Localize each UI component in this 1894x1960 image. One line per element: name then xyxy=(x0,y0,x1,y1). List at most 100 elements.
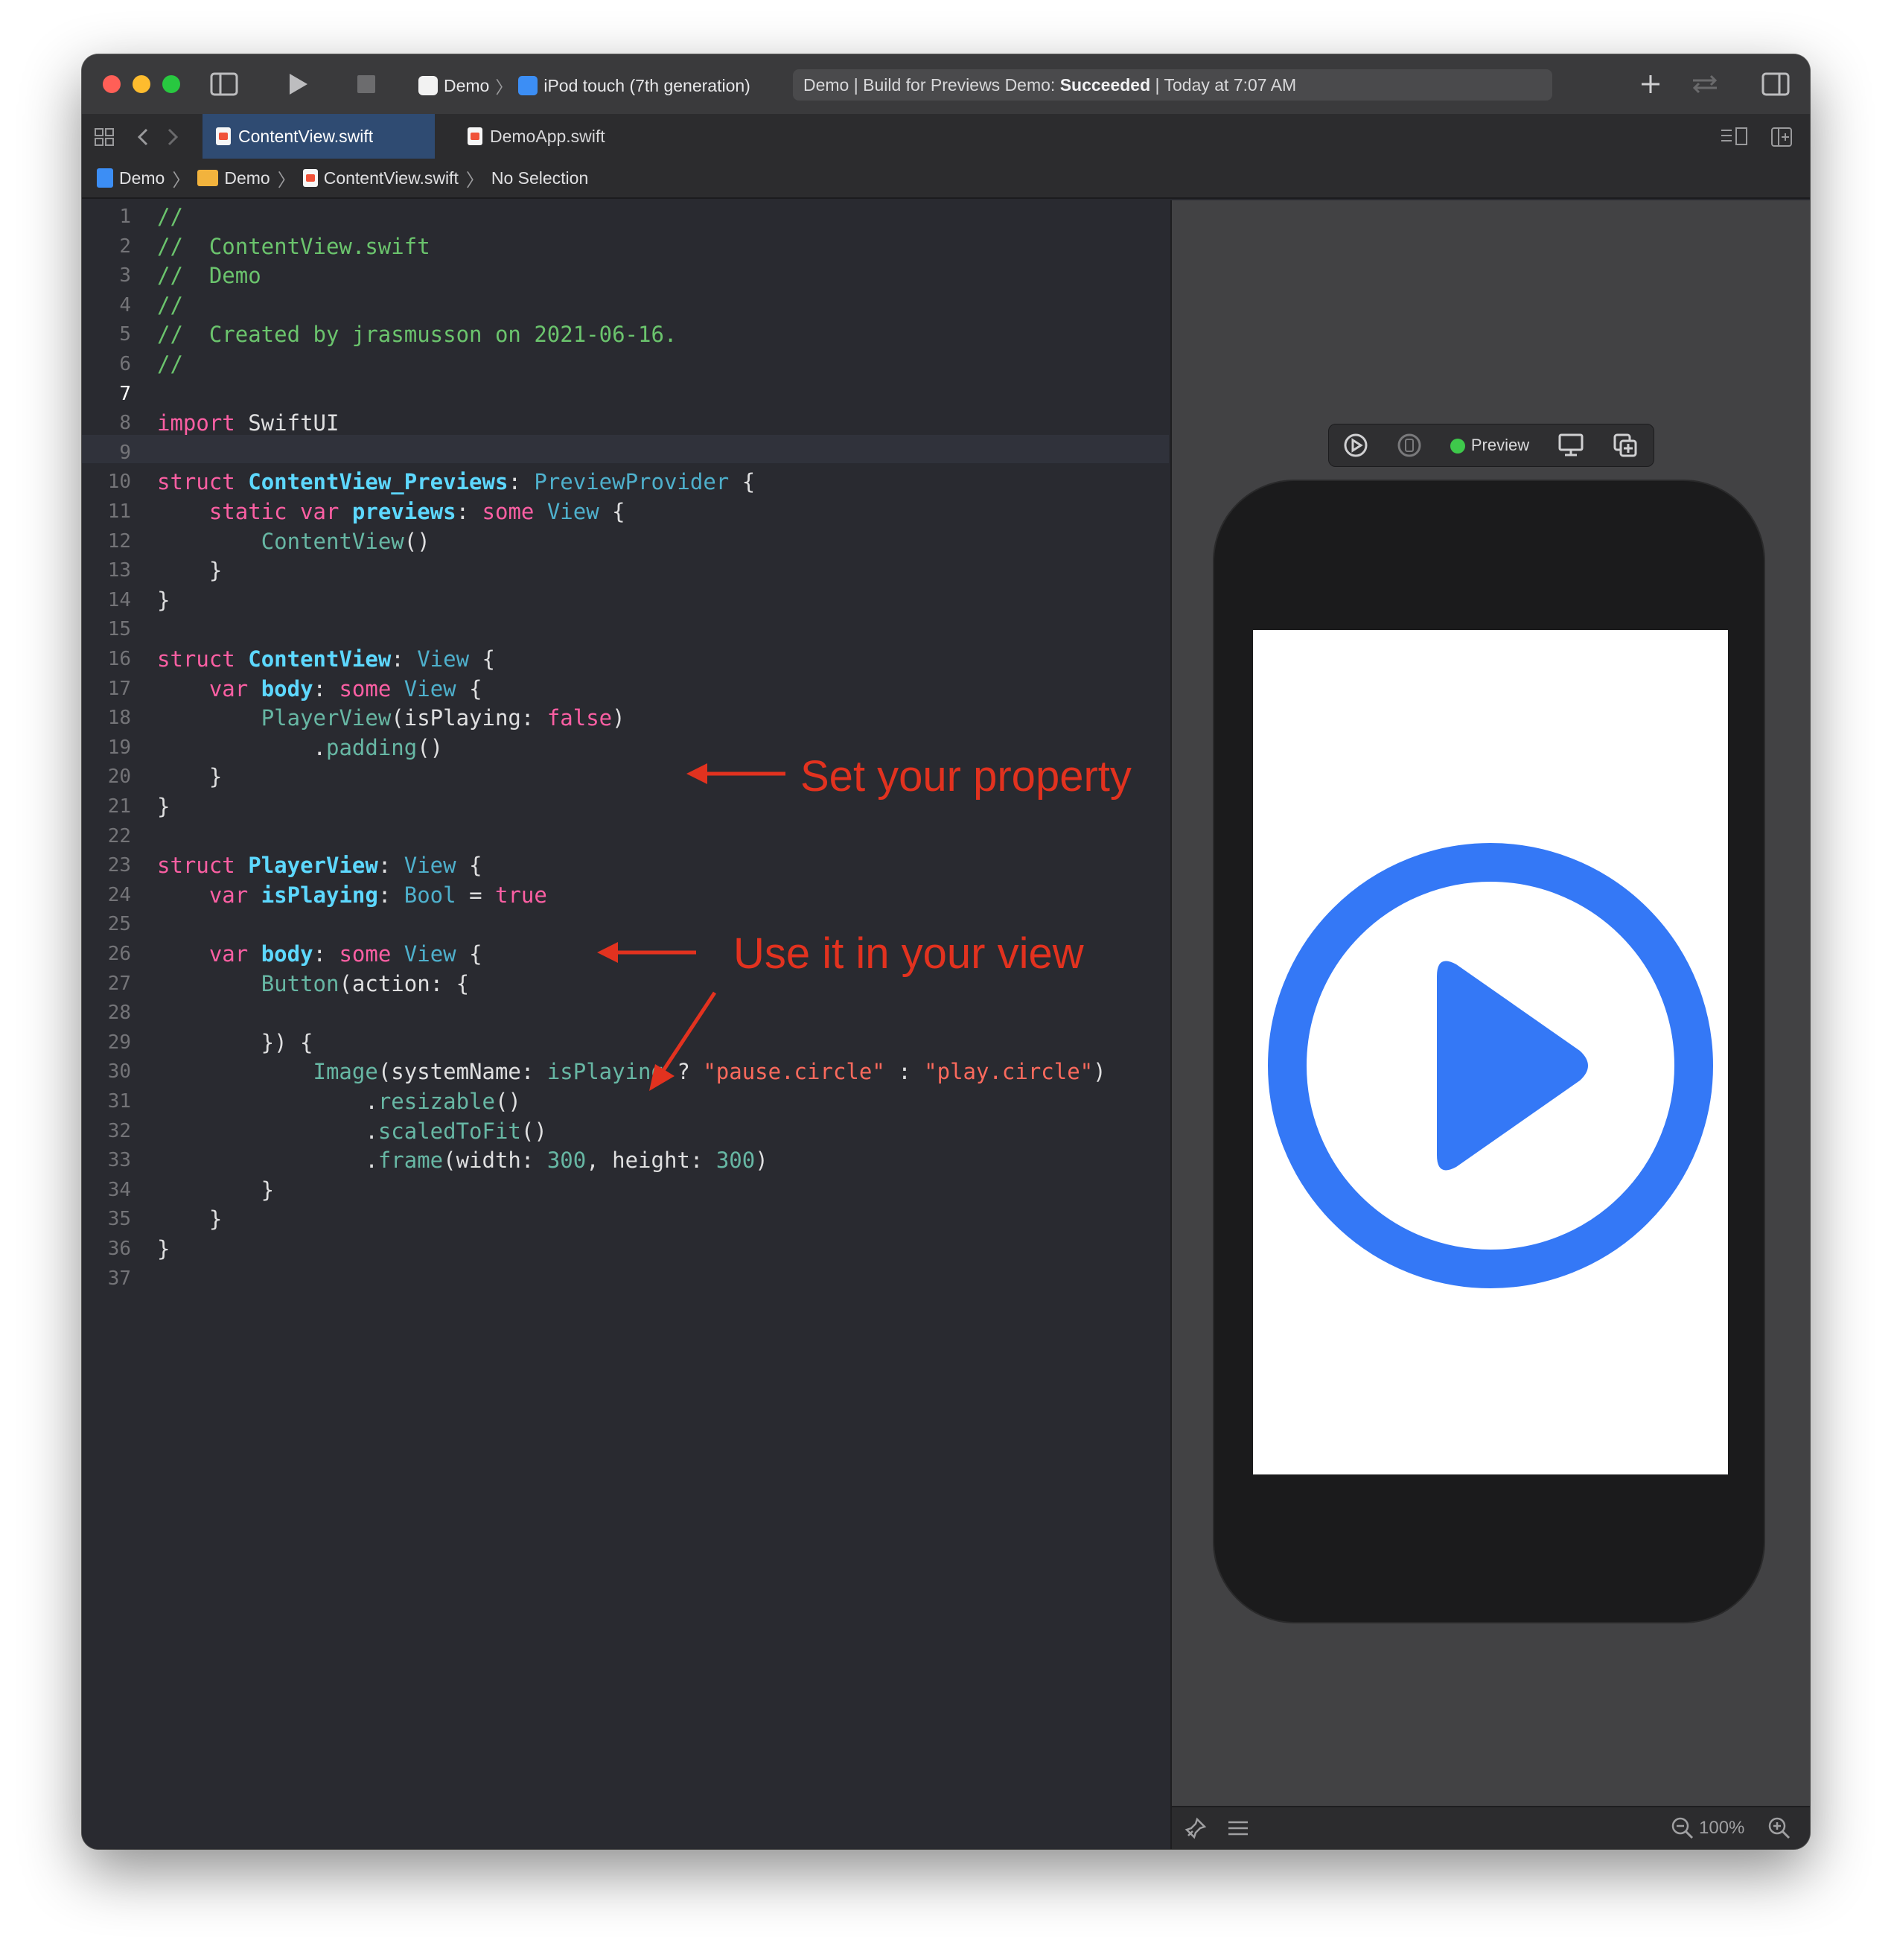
code-line[interactable]: 17 var body: some View { xyxy=(82,674,1169,704)
code-line[interactable]: 22 xyxy=(82,821,1169,851)
code-line[interactable]: 11 static var previews: some View { xyxy=(82,497,1169,526)
stop-icon[interactable] xyxy=(357,75,375,93)
editor-options-icon[interactable] xyxy=(1720,127,1750,147)
code-token: , height: xyxy=(586,1148,716,1174)
line-number: 12 xyxy=(107,529,131,553)
code-token: ContentView xyxy=(261,528,404,554)
grid-icon[interactable] xyxy=(94,127,115,147)
code-line[interactable]: 2 // ContentView.swift xyxy=(82,232,1169,261)
code-token: ContentView_Previews xyxy=(248,469,508,495)
chevron-right-icon: 〉 xyxy=(172,170,191,191)
scheme-selector[interactable]: Demo 〉 iPod touch (7th generation) xyxy=(418,71,750,101)
breadcrumb: Demo 〉 Demo 〉 ContentView.swift 〉 No Sel… xyxy=(82,159,1810,199)
zoom-button[interactable] xyxy=(162,75,180,93)
code-line[interactable]: 10 struct ContentView_Previews: PreviewPr… xyxy=(82,467,1169,497)
line-number: 24 xyxy=(107,883,131,906)
code-token: struct xyxy=(157,469,235,495)
line-number: 1 xyxy=(119,206,131,228)
code-line[interactable]: 3 // Demo xyxy=(82,261,1169,290)
code-token: body xyxy=(261,941,313,967)
minimize-button[interactable] xyxy=(133,75,150,93)
code-line[interactable]: 35 } xyxy=(82,1204,1169,1234)
code-line[interactable]: 30 Image(systemName: isPlaying ? "pause.… xyxy=(82,1057,1169,1086)
code-line[interactable]: 31 .resizable() xyxy=(82,1086,1169,1116)
live-preview-icon[interactable] xyxy=(1343,433,1368,458)
zoom-in-icon[interactable] xyxy=(1767,1816,1791,1840)
code-line[interactable]: 29 }) { xyxy=(82,1028,1169,1057)
breadcrumb-item[interactable]: Demo xyxy=(119,168,165,188)
device-preview-icon[interactable] xyxy=(1397,433,1422,458)
code-line[interactable]: 36} xyxy=(82,1234,1169,1264)
code-token: // xyxy=(157,204,183,229)
code-line[interactable]: 34 } xyxy=(82,1175,1169,1205)
code-token: . xyxy=(157,1118,378,1144)
source-editor[interactable]: 37 36} 35 } 34 } 33 .frame(width: 300, heigh… xyxy=(82,200,1169,1849)
arrow-icon xyxy=(649,991,717,1091)
breadcrumb-item[interactable]: No Selection xyxy=(491,168,588,188)
code-line[interactable]: 16 struct ContentView: View { xyxy=(82,644,1169,674)
code-line[interactable]: 12 ContentView() xyxy=(82,526,1169,556)
code-line[interactable]: 9 xyxy=(82,438,1169,468)
swift-file-icon xyxy=(468,127,482,145)
swift-file-icon xyxy=(302,169,318,187)
breadcrumb-item[interactable]: ContentView.swift xyxy=(324,168,459,188)
review-changes-icon[interactable] xyxy=(1690,73,1720,95)
code-line[interactable]: 5 // Created by jrasmusson on 2021-06-16. xyxy=(82,319,1169,349)
code-line[interactable]: 6 // xyxy=(82,349,1169,379)
code-token: frame xyxy=(377,1148,444,1174)
add-editor-icon[interactable] xyxy=(1770,127,1793,147)
line-number: 30 xyxy=(107,1060,131,1084)
code-token: { xyxy=(729,469,756,495)
code-line[interactable]: 14} xyxy=(82,585,1169,615)
code-text: // xyxy=(157,290,183,320)
forward-icon[interactable] xyxy=(165,127,180,147)
code-text: .scaledToFit() xyxy=(157,1116,546,1146)
preview-canvas: Preview 100% xyxy=(1170,200,1810,1849)
code-line[interactable]: 33 .frame(width: 300, height: 300) xyxy=(82,1145,1169,1175)
code-text: } xyxy=(157,1175,274,1205)
code-token: { xyxy=(599,499,625,524)
code-line[interactable]: 23 struct PlayerView: View { xyxy=(82,850,1169,880)
code-line[interactable]: 28 xyxy=(82,998,1169,1028)
play-circle-icon[interactable] xyxy=(1267,842,1714,1289)
line-number: 25 xyxy=(107,913,131,936)
adjust-icon[interactable] xyxy=(1227,1818,1249,1839)
code-line[interactable]: 32 .scaledToFit() xyxy=(82,1116,1169,1146)
code-line[interactable]: 24 var isPlaying: Bool = true xyxy=(82,880,1169,910)
code-token: View xyxy=(404,853,456,879)
code-line[interactable]: 13 } xyxy=(82,556,1169,585)
line-number: 8 xyxy=(119,412,131,435)
code-text: struct PlayerView: View { xyxy=(157,850,482,880)
code-line[interactable]: 18 PlayerView(isPlaying: false) xyxy=(82,703,1169,733)
preview-label: Preview xyxy=(1470,436,1530,454)
run-icon[interactable] xyxy=(287,72,309,96)
code-line[interactable]: 15 xyxy=(82,614,1169,644)
code-text: Button(action: { xyxy=(157,969,469,999)
code-token: ) xyxy=(755,1148,768,1174)
code-line[interactable]: 37 xyxy=(82,1264,1169,1294)
tab-contentview[interactable]: ContentView.swift xyxy=(203,114,435,159)
inspector-toggle-icon[interactable] xyxy=(1761,72,1790,96)
back-icon[interactable] xyxy=(135,127,150,147)
code-token: PreviewProvider xyxy=(534,469,730,495)
code-token: "pause.circle" xyxy=(703,1059,885,1085)
inspect-preview-icon[interactable] xyxy=(1557,433,1584,458)
code-token: var xyxy=(208,882,249,908)
navigator-toggle-icon[interactable] xyxy=(210,72,238,96)
add-icon[interactable] xyxy=(1639,73,1662,95)
code-line[interactable]: 1 // xyxy=(82,202,1169,232)
code-line[interactable]: 4 // xyxy=(82,290,1169,320)
line-number: 20 xyxy=(107,766,131,789)
zoom-out-icon[interactable] xyxy=(1671,1816,1694,1840)
code-line[interactable]: 8 import SwiftUI xyxy=(82,408,1169,438)
duplicate-preview-icon[interactable] xyxy=(1613,433,1639,458)
tab-demoapp[interactable]: DemoApp.swift xyxy=(454,114,633,159)
close-button[interactable] xyxy=(103,75,121,93)
pin-icon[interactable] xyxy=(1184,1816,1208,1840)
code-token: 300 xyxy=(546,1148,587,1174)
code-line[interactable]: 7 xyxy=(82,379,1169,409)
code-text: import SwiftUI xyxy=(157,408,339,438)
annotation-set-property: Set your property xyxy=(800,752,1132,801)
breadcrumb-item[interactable]: Demo xyxy=(224,168,270,188)
